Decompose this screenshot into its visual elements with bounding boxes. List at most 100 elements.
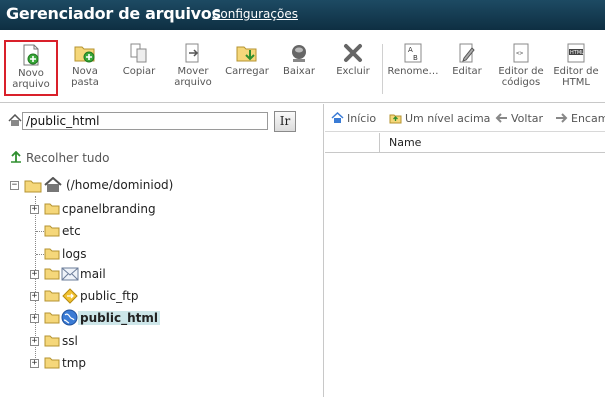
folder-icon — [44, 335, 60, 347]
home-nav-label: Início — [347, 112, 377, 125]
tree-item-label: public_html — [78, 311, 160, 325]
tree-line — [36, 254, 44, 255]
code-editor-icon: <> — [513, 43, 529, 63]
download-button[interactable]: Baixar — [272, 40, 326, 96]
new-file-icon — [23, 44, 39, 66]
tree-item-label: mail — [80, 267, 106, 281]
toolbar-separator — [382, 44, 383, 94]
up-one-level-label: Um nível acima — [405, 112, 491, 125]
forward-label: Encam — [571, 112, 605, 125]
tree-item-cpanelbranding[interactable]: + cpanelbranding — [30, 200, 230, 220]
svg-text:HTML: HTML — [570, 50, 584, 56]
tree-item-label: etc — [62, 224, 81, 238]
settings-link[interactable]: Configurações — [212, 7, 298, 21]
download-icon — [292, 45, 306, 62]
up-one-level-button[interactable]: Um nível acima — [389, 112, 490, 125]
file-list-pane: Início Um nível acima Voltar Encam Name — [325, 104, 605, 397]
collapse-all-link[interactable]: Recolher tudo — [10, 151, 109, 165]
path-bar: Ir — [8, 111, 298, 132]
copy-button[interactable]: Copiar — [112, 40, 166, 96]
navigation-bar: Início Um nível acima Voltar Encam — [325, 104, 605, 132]
expand-toggle[interactable]: + — [30, 292, 39, 301]
folder-icon — [44, 248, 60, 260]
edit-icon — [459, 43, 475, 63]
home-folder-icon — [44, 177, 62, 192]
tree-root[interactable]: − (/home/dominiod) — [10, 176, 210, 196]
go-button[interactable]: Ir — [274, 111, 296, 132]
code-editor-button[interactable]: <> Editor de códigos — [494, 40, 548, 96]
folder-icon — [44, 203, 60, 215]
home-icon — [331, 112, 344, 123]
tree-item-mail[interactable]: + mail — [30, 265, 230, 285]
new-folder-label: Nova pasta — [71, 66, 99, 88]
code-editor-label: Editor de códigos — [498, 66, 544, 88]
tree-item-logs[interactable]: logs — [30, 245, 230, 265]
edit-button[interactable]: Editar — [440, 40, 494, 96]
new-folder-button[interactable]: Nova pasta — [58, 40, 112, 96]
svg-text:<>: <> — [516, 50, 524, 57]
html-editor-button[interactable]: HTML Editor de HTML — [549, 40, 603, 96]
forward-arrow-icon — [556, 113, 568, 123]
html-editor-label: Editor de HTML — [553, 66, 599, 88]
tree-item-label: logs — [62, 247, 87, 261]
rename-button[interactable]: A B Renome… — [386, 40, 440, 96]
path-input[interactable] — [22, 112, 268, 130]
upload-button[interactable]: Carregar — [220, 40, 274, 96]
back-button[interactable]: Voltar — [495, 112, 543, 125]
tree-item-public-html[interactable]: + public_html — [30, 309, 230, 329]
expand-toggle[interactable]: + — [30, 359, 39, 368]
home-icon[interactable] — [8, 114, 22, 127]
expand-toggle[interactable]: + — [30, 314, 39, 323]
file-list-header: Name — [325, 133, 605, 153]
folder-icon — [44, 312, 60, 324]
rename-icon: A B — [404, 43, 422, 63]
app-header: Gerenciador de arquivos Configurações — [0, 0, 605, 30]
folder-icon — [44, 357, 60, 369]
globe-icon — [61, 309, 78, 326]
html-editor-icon: HTML — [567, 43, 585, 63]
tree-item-ssl[interactable]: + ssl — [30, 332, 230, 352]
tree-item-etc[interactable]: etc — [30, 222, 230, 242]
download-label: Baixar — [283, 66, 315, 77]
tree-line — [36, 231, 44, 232]
expand-toggle[interactable]: + — [30, 205, 39, 214]
delete-button[interactable]: Excluir — [326, 40, 380, 96]
back-label: Voltar — [511, 112, 544, 125]
toolbar: Novo arquivo Nova pasta Copiar Mover arq… — [0, 30, 605, 103]
delete-label: Excluir — [336, 66, 370, 77]
copy-label: Copiar — [122, 66, 156, 77]
tree-item-public-ftp[interactable]: + public_ftp — [30, 287, 230, 307]
mail-icon — [61, 267, 79, 281]
expand-toggle[interactable]: + — [30, 270, 39, 279]
folder-tree-pane: Ir Recolher tudo − (/home/dominiod) + cp — [0, 104, 324, 397]
back-arrow-icon — [495, 113, 507, 123]
svg-text:A: A — [408, 46, 413, 54]
move-file-icon — [185, 43, 199, 63]
column-divider — [379, 133, 380, 153]
up-folder-icon — [389, 114, 402, 124]
upload-icon — [236, 46, 257, 62]
rename-label: Renome… — [387, 66, 439, 77]
collapse-toggle[interactable]: − — [10, 181, 19, 190]
folder-open-icon — [24, 180, 42, 193]
forward-button[interactable]: Encam — [555, 112, 605, 125]
collapse-all-label: Recolher tudo — [26, 151, 110, 165]
move-button[interactable]: Mover arquivo — [166, 40, 220, 96]
app-title: Gerenciador de arquivos — [6, 4, 221, 23]
tree-item-tmp[interactable]: + tmp — [30, 354, 230, 374]
upload-label: Carregar — [225, 66, 269, 77]
tree-item-label: tmp — [62, 356, 87, 370]
tree-item-label: cpanelbranding — [62, 202, 156, 216]
folder-icon — [44, 290, 60, 302]
delete-icon — [344, 44, 362, 62]
svg-text:B: B — [413, 54, 418, 62]
home-nav-button[interactable]: Início — [331, 112, 376, 125]
new-file-button[interactable]: Novo arquivo — [4, 40, 58, 96]
expand-toggle[interactable]: + — [30, 337, 39, 346]
name-column-header[interactable]: Name — [389, 136, 421, 149]
new-file-label: Novo arquivo — [12, 68, 50, 90]
folder-icon — [44, 268, 60, 280]
tree-item-label: public_ftp — [80, 289, 139, 303]
tree-root-label: (/home/dominiod) — [66, 178, 174, 192]
collapse-icon — [11, 151, 21, 163]
